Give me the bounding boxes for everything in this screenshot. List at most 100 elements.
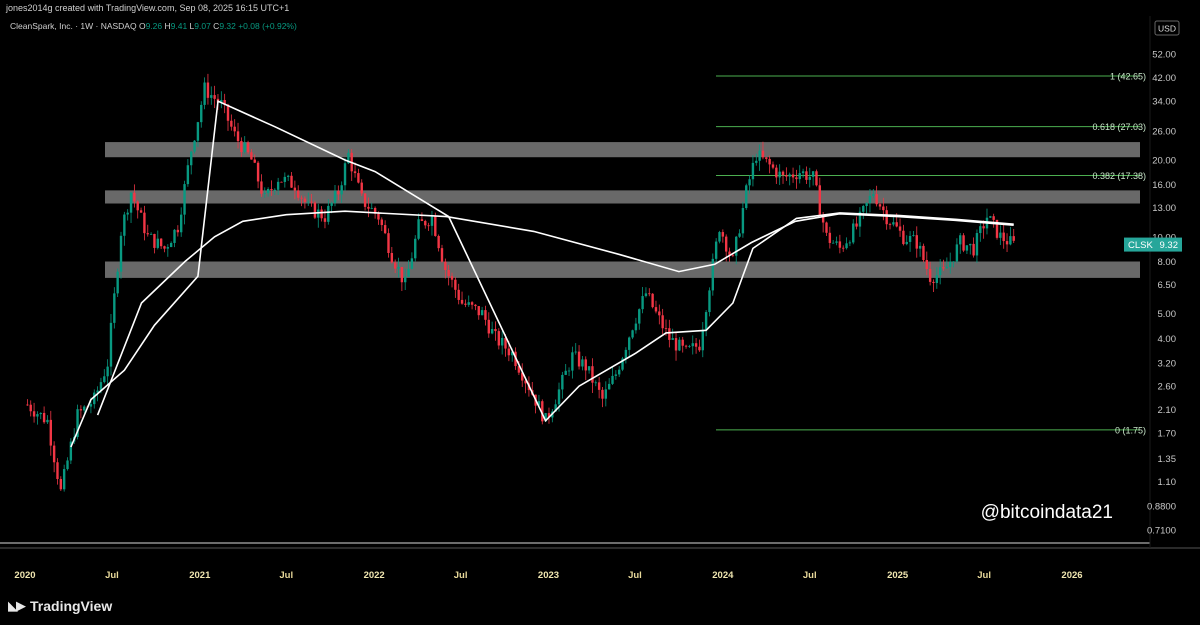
candle [681,336,684,353]
candle [992,213,995,228]
y-tick-label-2: 34.00 [1152,97,1176,108]
candle-body [497,331,501,346]
candle-body [674,338,678,351]
candle-body [835,241,838,243]
y-tick-label-3: 26.00 [1152,126,1176,137]
candle-body [982,226,985,229]
candle-body [1002,232,1005,242]
candle-body [270,188,273,191]
candle [965,245,969,255]
candle [29,400,32,417]
candle [721,229,725,243]
candle-body [470,302,474,305]
candle-body [1012,236,1015,241]
candle [320,206,323,222]
candle [788,172,791,186]
candle-body [908,235,912,242]
candle-body [601,389,604,399]
candle-body [484,310,487,320]
candle-body [741,208,745,234]
candle-body [62,469,66,490]
candle-body [487,319,490,334]
candle [490,321,494,335]
candle [313,200,317,220]
candle [604,381,608,407]
candle-body [748,179,751,186]
currency-label: USD [1158,24,1176,34]
candle-body [323,218,327,222]
candle [922,243,925,263]
candle-body [454,279,457,290]
candle-body [838,241,842,248]
candle-body [136,201,139,211]
candle [183,180,186,225]
candle [624,347,628,364]
candle-body [377,213,380,220]
candle [290,171,293,188]
candle-body [922,245,925,261]
candle [661,308,664,335]
candle-body [577,351,581,367]
candle-body [139,210,143,213]
candle-body [457,289,460,300]
candle [999,225,1002,246]
candle-body [290,175,293,188]
candle-body [66,460,69,470]
candle-body [56,462,59,479]
candle [93,389,96,409]
candle [751,155,755,187]
tradingview-logo[interactable]: ◣▶ TradingView [8,598,112,614]
x-tick-label-8: 2024 [712,570,734,581]
candle [607,378,611,390]
candle [146,224,149,237]
candle [190,150,193,175]
fib-label-3: 0 (1.75) [1115,425,1146,435]
candle-body [564,370,567,375]
candle-body [417,219,420,239]
candle-body [992,216,995,220]
candle-body [938,267,942,276]
candle [959,232,962,254]
candle-body [410,258,414,269]
candle [791,167,795,183]
candle-body [557,389,561,405]
candle [440,244,444,263]
candle-body [872,194,875,196]
chart-credit: jones2014g created with TradingView.com,… [6,3,290,13]
candle [962,233,965,253]
candle-body [103,376,106,383]
candle [641,286,644,314]
candle [163,245,166,253]
candle-body [959,235,962,245]
candle-body [273,189,277,191]
x-tick-label-6: 2023 [538,570,559,581]
candle-body [969,243,972,246]
price-chart[interactable]: 1 (42.65) 0.618 (27.03) 0.382 (17.38) 0 (1.… [0,16,1200,590]
candle-body [146,233,149,235]
candle-body [166,247,170,249]
candle-body [751,162,755,180]
candle [317,203,320,228]
candle-body [678,339,681,351]
candle [688,344,691,348]
candle [280,181,283,183]
candle [587,366,591,374]
candle-body [340,185,343,195]
candle-body [203,82,206,105]
candle-body [320,209,323,219]
candle-body [246,142,250,153]
candle [678,337,681,352]
tradingview-brand: TradingView [30,598,113,614]
candle [905,235,908,246]
candles-layer [26,73,1015,492]
candle-body [644,293,648,297]
candle [166,244,170,257]
candle-body [343,163,347,186]
candle [567,367,571,376]
candle-body [791,174,795,178]
candle-body [236,131,240,142]
candle [256,160,260,189]
y-tick-label-18: 0.8800 [1147,502,1176,513]
candle-body [106,366,109,377]
candle-body [427,225,430,227]
